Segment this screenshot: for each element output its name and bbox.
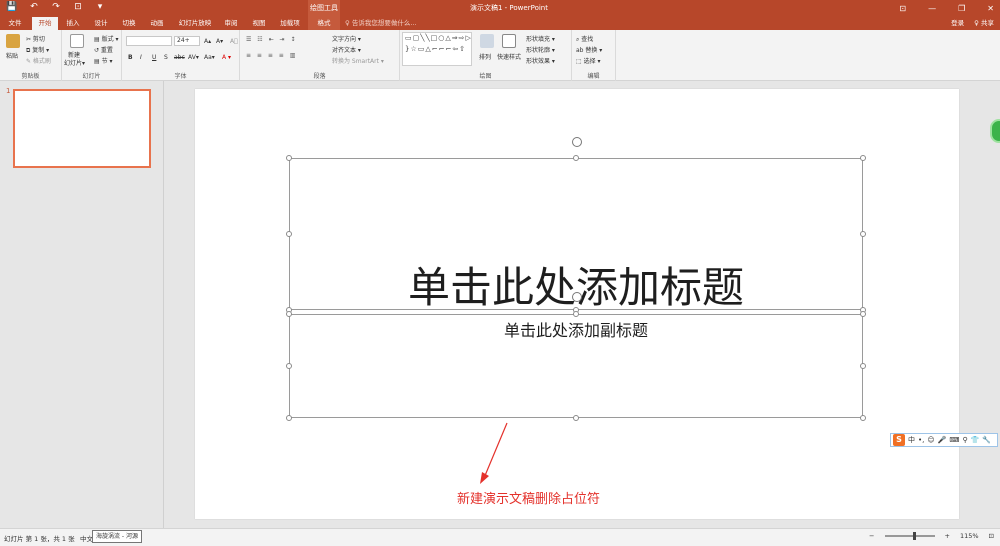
zoom-level[interactable]: 115% <box>960 532 979 540</box>
ime-punctuation-icon[interactable]: •, <box>918 436 924 444</box>
ime-chinese-mode-icon[interactable]: 中 <box>908 435 915 445</box>
ime-voice-icon[interactable]: 🎤 <box>938 436 947 444</box>
annotation-text: 新建演示文稿删除占位符 <box>457 492 601 507</box>
ime-toolbar: S 中 •, ☺ 🎤 ⌨ ⚲ 👕 🔧 <box>890 433 998 447</box>
fit-to-window-icon[interactable]: ⊡ <box>989 532 994 540</box>
ime-search-icon[interactable]: ⚲ <box>963 436 968 444</box>
floating-assistant-badge[interactable] <box>990 119 1000 143</box>
slide-count-status: 幻灯片 第 1 张，共 1 张 <box>4 535 75 543</box>
zoom-in-icon[interactable]: + <box>945 532 950 540</box>
ime-keyboard-icon[interactable]: ⌨ <box>949 436 959 444</box>
zoom-out-icon[interactable]: − <box>869 532 874 540</box>
zoom-slider-thumb[interactable] <box>912 532 916 540</box>
status-bar: 幻灯片 第 1 张，共 1 张 中文 海旋涡流 - 河源 − + 115% ⊡ <box>0 528 1000 546</box>
ime-emoji-icon[interactable]: ☺ <box>927 436 934 444</box>
annotation-arrow <box>480 422 508 484</box>
ime-tools-icon[interactable]: 🔧 <box>982 436 991 444</box>
zoom-slider[interactable] <box>884 532 935 540</box>
sogou-logo-icon[interactable]: S <box>893 434 905 446</box>
ime-skin-icon[interactable]: 👕 <box>971 436 980 444</box>
tooltip: 海旋涡流 - 河源 <box>92 530 142 543</box>
